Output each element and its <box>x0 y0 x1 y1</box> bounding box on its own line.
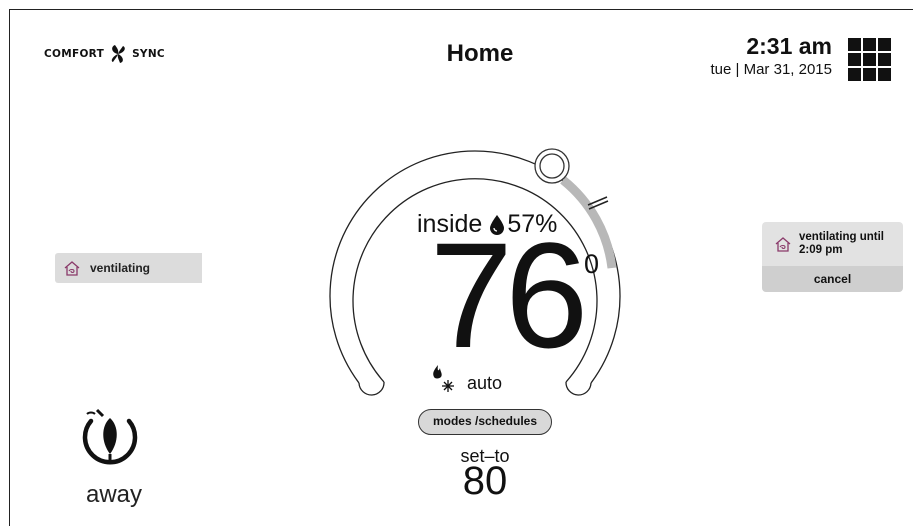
cancel-button[interactable]: cancel <box>762 266 903 292</box>
modes-schedules-button[interactable]: modes /schedules <box>418 409 552 435</box>
heat-cool-icon <box>433 365 454 392</box>
ventilating-until-label: ventilating until <box>799 231 884 243</box>
ventilating-until-info: ventilating until 2:09 pm <box>762 222 903 266</box>
away-leaf-icon[interactable] <box>79 406 141 468</box>
away-label[interactable]: away <box>86 481 142 509</box>
inside-temperature: 76 <box>429 211 589 379</box>
setto-value[interactable]: 80 <box>430 459 540 504</box>
ventilating-status[interactable]: ventilating <box>55 253 202 283</box>
clock: 2:31 am tue | Mar 31, 2015 <box>711 33 832 80</box>
ventilating-label: ventilating <box>90 261 151 275</box>
menu-grid-button[interactable] <box>848 38 893 81</box>
page-title: Home <box>446 40 514 67</box>
ventilation-house-icon <box>775 236 791 252</box>
current-temp-marker <box>587 196 608 206</box>
ventilating-until-time: 2:09 pm <box>799 244 843 256</box>
system-mode: auto <box>431 364 502 394</box>
fan-icon <box>111 45 125 63</box>
clock-date: tue | Mar 31, 2015 <box>710 61 832 78</box>
ventilation-house-icon <box>64 260 80 276</box>
brand-text-left: COMFORT <box>44 48 105 60</box>
ventilating-until-panel: ventilating until 2:09 pm cancel <box>762 222 903 292</box>
brand-text-right: SYNC <box>132 48 165 60</box>
brand-logo: COMFORT SYNC <box>44 44 165 64</box>
clock-time: 2:31 am <box>746 33 832 59</box>
mode-label: auto <box>467 373 503 393</box>
degree-mark: 0 <box>584 249 600 279</box>
